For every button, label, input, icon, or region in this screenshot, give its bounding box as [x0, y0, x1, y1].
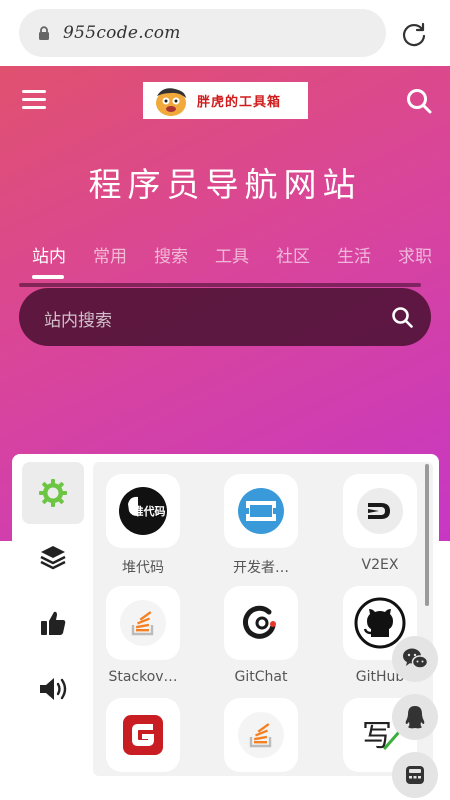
calculator-button[interactable] — [392, 752, 438, 798]
tile-label: 堆代码 — [122, 560, 164, 576]
tile-icon-container — [106, 698, 180, 772]
tile-label: 开发者… — [233, 560, 289, 576]
stackoverflow-logo-icon — [238, 712, 284, 758]
browser-bar: 955code.com — [0, 0, 450, 66]
qq-button[interactable] — [392, 694, 438, 740]
v2ex-logo-icon — [357, 488, 403, 534]
side-nav-item-audio[interactable] — [22, 658, 84, 720]
qq-icon — [405, 706, 425, 729]
search-input[interactable]: 站内搜索 — [19, 288, 431, 346]
duidaima-logo-text: 堆代码 — [133, 504, 166, 518]
lock-icon — [39, 26, 49, 40]
tab-community[interactable]: 社区 — [276, 242, 310, 267]
tile-label: GitChat — [234, 669, 288, 685]
side-nav-item-layers[interactable] — [22, 526, 84, 588]
site-logo[interactable]: 胖虎的工具箱 — [143, 82, 308, 119]
site-tile-gitee[interactable] — [93, 698, 193, 776]
search-icon[interactable] — [406, 88, 432, 114]
side-nav-item-recommend[interactable] — [22, 592, 84, 654]
developer-logo-icon — [238, 488, 284, 534]
url-text: 955code.com — [63, 23, 181, 43]
site-grid: 堆代码 堆代码 开发者… V2EX Stackov… GitChat GitHu… — [93, 462, 433, 776]
layers-icon — [40, 546, 66, 570]
tile-label: V2EX — [361, 557, 399, 573]
tab-search[interactable]: 搜索 — [154, 242, 188, 267]
page-title: 程序员导航网站 — [88, 165, 362, 204]
tile-label: Stackov… — [108, 669, 178, 685]
gitee-logo-icon — [123, 715, 163, 755]
stackoverflow-logo-icon — [120, 600, 166, 646]
site-tile-gitchat[interactable]: GitChat — [211, 586, 311, 685]
speaker-icon — [40, 678, 67, 700]
tile-icon-container — [224, 698, 298, 772]
tile-icon-container — [106, 586, 180, 660]
tile-icon-container — [343, 474, 417, 548]
site-tile-developer[interactable]: 开发者… — [211, 474, 311, 577]
xie-logo-text: 写 — [362, 719, 392, 754]
tile-icon-container — [224, 586, 298, 660]
gitchat-logo-icon — [243, 605, 276, 639]
wechat-button[interactable] — [392, 636, 438, 682]
duidaima-logo-icon: 堆代码 — [119, 487, 167, 535]
mascot-face-icon — [156, 87, 186, 116]
site-tile-stackoverflow[interactable]: Stackov… — [93, 586, 193, 685]
side-nav-item-settings[interactable] — [22, 462, 84, 524]
tab-site[interactable]: 站内 — [32, 242, 66, 267]
tile-icon-container — [224, 474, 298, 548]
tab-life[interactable]: 生活 — [337, 242, 371, 267]
hamburger-menu-icon[interactable] — [22, 90, 46, 110]
tab-active-indicator — [32, 275, 64, 279]
calculator-icon — [406, 766, 424, 784]
tile-icon-container: 堆代码 — [106, 474, 180, 548]
tab-scroll-track[interactable] — [19, 283, 421, 287]
site-tile-duidaima[interactable]: 堆代码 堆代码 — [93, 474, 193, 577]
site-tile-v2ex[interactable]: V2EX — [330, 474, 430, 573]
site-tile-stackoverflow-2[interactable] — [211, 698, 311, 776]
tab-common[interactable]: 常用 — [93, 242, 127, 267]
thumbs-up-icon — [41, 611, 66, 635]
panel-scrollbar[interactable] — [425, 464, 429, 606]
tab-tools[interactable]: 工具 — [215, 242, 249, 267]
github-logo-icon — [354, 597, 406, 649]
wechat-icon — [403, 648, 428, 669]
logo-text: 胖虎的工具箱 — [197, 95, 282, 110]
reload-icon[interactable] — [400, 20, 428, 48]
search-placeholder: 站内搜索 — [44, 311, 112, 331]
search-submit-icon[interactable] — [391, 306, 413, 328]
tab-jobs[interactable]: 求职 — [398, 242, 432, 267]
gear-icon — [39, 479, 67, 507]
link-panel: 堆代码 堆代码 开发者… V2EX Stackov… GitChat GitHu… — [12, 454, 439, 800]
address-bar[interactable]: 955code.com — [19, 9, 386, 57]
